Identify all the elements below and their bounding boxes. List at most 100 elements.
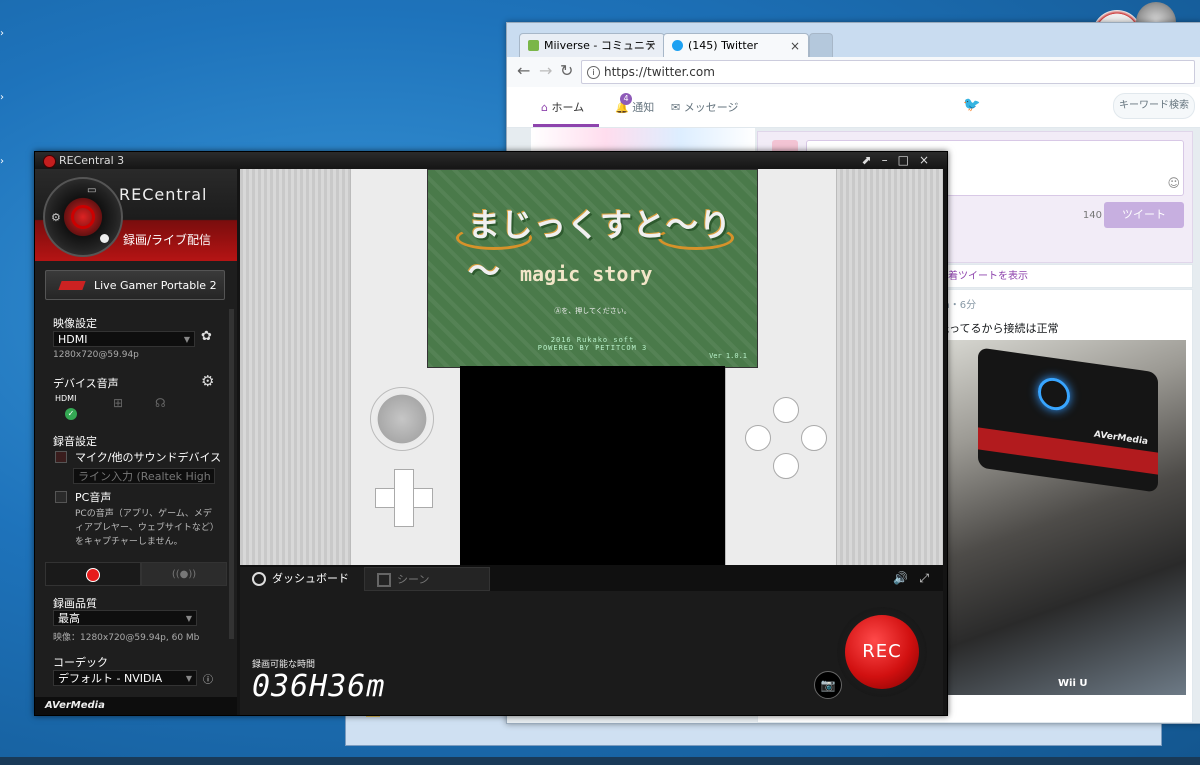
game-copyright: 2016 Rukako soft POWERED BY PETITCOM 3 — [428, 336, 757, 352]
codec-value: デフォルト - NVIDIA — [58, 672, 163, 685]
device-icon — [58, 281, 86, 290]
info-icon[interactable]: ⓘ — [203, 671, 213, 686]
window-buttons: ⬈–□× — [862, 152, 939, 169]
close-icon[interactable]: × — [919, 153, 939, 167]
search-input[interactable]: キーワード検索 — [1113, 93, 1195, 119]
emoji-icon[interactable]: ☺ — [1167, 176, 1180, 190]
back-icon[interactable]: ← — [517, 61, 530, 80]
nav-home[interactable]: ⌂ ホーム — [541, 99, 584, 115]
mic-label: マイク/他のサウンドデバイス — [75, 451, 222, 464]
mode-tabs: ((●)) — [45, 562, 227, 586]
dashboard-icon — [252, 572, 266, 586]
quality-detail: 映像：1280x720@59.94p, 60 Mb — [53, 633, 200, 643]
popout-icon[interactable]: ⬈ — [862, 153, 882, 167]
hdmi-audio-label[interactable]: HDMI — [55, 394, 76, 403]
mic-checkbox[interactable] — [55, 451, 67, 463]
dpad-graphic — [375, 469, 433, 527]
tab-live[interactable]: ((●)) — [141, 562, 227, 586]
desktop-edge-mark: › — [0, 92, 4, 103]
info-icon[interactable]: i — [587, 66, 600, 79]
maximize-icon[interactable]: □ — [898, 153, 919, 167]
title-bar: RECentral 3 ⬈–□× — [35, 152, 947, 169]
gear-icon[interactable]: ⚙ — [51, 211, 61, 224]
desktop-edge-mark: › — [0, 156, 4, 167]
twitter-bird-icon — [672, 40, 683, 51]
envelope-icon: ✉ — [671, 101, 681, 114]
avermedia-logo: AVerMedia — [35, 697, 237, 715]
snapshot-button[interactable]: 📷 — [814, 671, 842, 699]
rec-button-label: REC — [845, 615, 919, 689]
video-resolution: 1280x720@59.94p — [53, 350, 139, 360]
video-settings-label: 映像設定 — [53, 317, 97, 330]
sidebar-scrollbar[interactable] — [229, 309, 234, 639]
reload-icon[interactable]: ↻ — [560, 61, 573, 80]
rec-button[interactable]: REC — [837, 607, 927, 697]
home-icon: ⌂ — [541, 101, 548, 114]
logo-area: ⚙ ▭ RECentral 録画/ライブ配信 — [35, 169, 237, 261]
mode-label: 録画/ライブ配信 — [123, 233, 212, 247]
mic-input-dropdown[interactable]: ライン入力 (Realtek High — [73, 468, 215, 484]
game-top-screen: まじっくすと～り～ magic story Ⓐを、押してください。 2016 R… — [427, 169, 758, 368]
codec-dropdown[interactable]: デフォルト - NVIDIA ▼ — [53, 670, 197, 686]
copyright-line: POWERED BY PETITCOM 3 — [537, 344, 648, 352]
tab-twitter[interactable]: (145) Twitter × — [663, 33, 809, 57]
fullscreen-icon[interactable]: ⤢ — [919, 571, 929, 585]
capture-device-photo: AVerMedia — [978, 347, 1158, 493]
headset-icon[interactable]: ☊ — [155, 396, 166, 410]
notification-badge: 4 — [620, 93, 632, 105]
remaining-time: 036H36m — [252, 669, 386, 704]
twitter-logo-icon[interactable]: 🐦 — [963, 97, 980, 113]
quality-value: 最高 — [58, 612, 80, 625]
tweet-text: 光ってるから接続は正常 — [938, 322, 1059, 335]
device-audio-label: デバイス音声 — [53, 377, 119, 390]
tweet-button[interactable]: ツイート — [1104, 202, 1184, 228]
tab-scene[interactable]: シーン — [364, 567, 490, 591]
tweet-photo[interactable]: AVerMedia Wii U — [938, 340, 1186, 695]
palette-icon[interactable]: ✿ — [201, 329, 212, 344]
mode-dial[interactable]: ⚙ ▭ — [43, 177, 123, 257]
tab-record[interactable] — [45, 562, 141, 586]
circle-pad-graphic — [370, 387, 434, 451]
forward-icon[interactable]: → — [539, 61, 552, 80]
check-icon: ✓ — [65, 408, 77, 420]
scene-icon — [377, 573, 391, 587]
device-selector[interactable]: Live Gamer Portable 2 — [45, 270, 225, 300]
copyright-line: 2016 Rukako soft — [550, 336, 635, 344]
dial-center — [71, 205, 95, 229]
active-tab-indicator — [533, 124, 599, 127]
miiverse-icon — [528, 40, 539, 51]
nav-messages[interactable]: ✉ メッセージ — [671, 99, 739, 115]
recentral-window: RECentral 3 ⬈–□× ⚙ ▭ RECentral 録画/ライブ配信 … — [34, 151, 948, 716]
gear-icon[interactable]: ⚙ — [201, 372, 214, 390]
taskbar — [0, 757, 1200, 765]
window-title: RECentral 3 — [59, 154, 125, 167]
folder-icon[interactable]: ▭ — [87, 185, 96, 196]
new-tab-button[interactable] — [809, 33, 833, 57]
record-dot-icon — [86, 568, 100, 582]
game-bottom-screen — [460, 366, 725, 565]
url-text: https://twitter.com — [604, 65, 715, 79]
quality-dropdown[interactable]: 最高 ▼ — [53, 610, 197, 626]
camera-icon: 📷 — [820, 678, 836, 692]
nav-notifications[interactable]: 4 🔔 通知 — [615, 93, 655, 115]
chevron-down-icon: ▼ — [185, 674, 192, 683]
close-icon[interactable]: × — [646, 34, 656, 58]
tab-label: (145) Twitter — [688, 39, 758, 52]
tab-dashboard[interactable]: ダッシュボード — [240, 567, 364, 591]
minimize-icon[interactable]: – — [882, 153, 898, 167]
volume-icon[interactable]: 🔊 — [893, 571, 908, 585]
quality-label: 録画品質 — [53, 597, 97, 610]
pc-audio-checkbox[interactable] — [55, 491, 67, 503]
dashboard-controls: 🔊 ⤢ — [893, 571, 929, 586]
gamepad-icon[interactable]: ⊞ — [113, 396, 123, 410]
nav-messages-label: メッセージ — [683, 101, 739, 114]
nav-notifications-label: 通知 — [632, 101, 655, 114]
device-name: Live Gamer Portable 2 — [94, 279, 217, 292]
video-source-dropdown[interactable]: HDMI ▼ — [53, 331, 195, 347]
close-icon[interactable]: × — [790, 34, 800, 58]
app-icon — [43, 155, 56, 168]
tab-miiverse[interactable]: Miiverse - コミュニテイ × — [519, 33, 665, 76]
address-bar[interactable]: i https://twitter.com — [581, 60, 1195, 84]
game-version: Ver 1.0.1 — [709, 352, 747, 360]
mic-input-value: ライン入力 (Realtek High — [78, 470, 211, 483]
